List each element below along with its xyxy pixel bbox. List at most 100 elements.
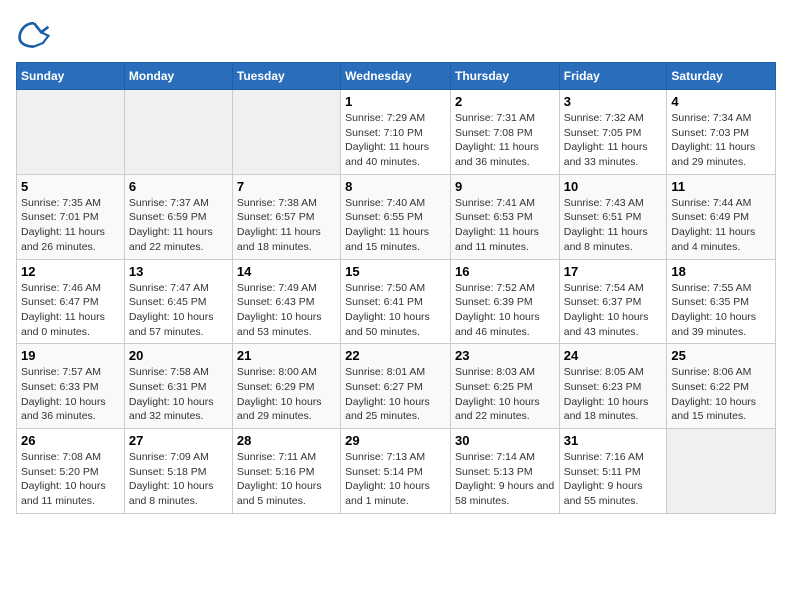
day-info: Sunrise: 7:54 AMSunset: 6:37 PMDaylight:…	[564, 281, 663, 340]
day-number: 6	[129, 179, 228, 194]
day-number: 3	[564, 94, 663, 109]
day-info: Sunrise: 7:11 AMSunset: 5:16 PMDaylight:…	[237, 450, 336, 509]
calendar-cell: 3 Sunrise: 7:32 AMSunset: 7:05 PMDaylight…	[559, 90, 667, 175]
header-sunday: Sunday	[17, 63, 125, 90]
day-info: Sunrise: 7:13 AMSunset: 5:14 PMDaylight:…	[345, 450, 446, 509]
day-info: Sunrise: 8:06 AMSunset: 6:22 PMDaylight:…	[671, 365, 771, 424]
day-number: 28	[237, 433, 336, 448]
day-info: Sunrise: 7:29 AMSunset: 7:10 PMDaylight:…	[345, 111, 446, 170]
calendar-cell: 9 Sunrise: 7:41 AMSunset: 6:53 PMDaylight…	[450, 174, 559, 259]
calendar-cell: 1 Sunrise: 7:29 AMSunset: 7:10 PMDaylight…	[341, 90, 451, 175]
day-number: 22	[345, 348, 446, 363]
calendar-cell: 2 Sunrise: 7:31 AMSunset: 7:08 PMDaylight…	[450, 90, 559, 175]
day-info: Sunrise: 7:57 AMSunset: 6:33 PMDaylight:…	[21, 365, 120, 424]
calendar-week-row: 12 Sunrise: 7:46 AMSunset: 6:47 PMDayligh…	[17, 259, 776, 344]
calendar-cell: 28 Sunrise: 7:11 AMSunset: 5:16 PMDayligh…	[232, 429, 340, 514]
day-number: 16	[455, 264, 555, 279]
calendar-cell: 13 Sunrise: 7:47 AMSunset: 6:45 PMDayligh…	[124, 259, 232, 344]
calendar-cell: 8Sunrise: 7:40 AMSunset: 6:55 PMDaylight…	[341, 174, 451, 259]
calendar-cell: 23 Sunrise: 8:03 AMSunset: 6:25 PMDayligh…	[450, 344, 559, 429]
calendar-week-row: 5 Sunrise: 7:35 AMSunset: 7:01 PMDaylight…	[17, 174, 776, 259]
header-saturday: Saturday	[667, 63, 776, 90]
day-info: Sunrise: 7:47 AMSunset: 6:45 PMDaylight:…	[129, 281, 228, 340]
day-number: 12	[21, 264, 120, 279]
day-number: 25	[671, 348, 771, 363]
day-info: Sunrise: 7:35 AMSunset: 7:01 PMDaylight:…	[21, 196, 120, 255]
day-number: 9	[455, 179, 555, 194]
calendar-table: SundayMondayTuesdayWednesdayThursdayFrid…	[16, 62, 776, 514]
day-info: Sunrise: 7:32 AMSunset: 7:05 PMDaylight:…	[564, 111, 663, 170]
calendar-cell: 31Sunrise: 7:16 AMSunset: 5:11 PMDayligh…	[559, 429, 667, 514]
day-info: Sunrise: 7:41 AMSunset: 6:53 PMDaylight:…	[455, 196, 555, 255]
day-number: 11	[671, 179, 771, 194]
calendar-cell: 15 Sunrise: 7:50 AMSunset: 6:41 PMDayligh…	[341, 259, 451, 344]
day-info: Sunrise: 7:43 AMSunset: 6:51 PMDaylight:…	[564, 196, 663, 255]
calendar-week-row: 1 Sunrise: 7:29 AMSunset: 7:10 PMDaylight…	[17, 90, 776, 175]
day-number: 5	[21, 179, 120, 194]
day-info: Sunrise: 7:46 AMSunset: 6:47 PMDaylight:…	[21, 281, 120, 340]
day-number: 7	[237, 179, 336, 194]
calendar-cell: 7 Sunrise: 7:38 AMSunset: 6:57 PMDaylight…	[232, 174, 340, 259]
day-number: 21	[237, 348, 336, 363]
day-number: 15	[345, 264, 446, 279]
day-number: 30	[455, 433, 555, 448]
day-info: Sunrise: 7:55 AMSunset: 6:35 PMDaylight:…	[671, 281, 771, 340]
calendar-cell: 14Sunrise: 7:49 AMSunset: 6:43 PMDayligh…	[232, 259, 340, 344]
header-monday: Monday	[124, 63, 232, 90]
calendar-cell: 10Sunrise: 7:43 AMSunset: 6:51 PMDayligh…	[559, 174, 667, 259]
calendar-cell: 22 Sunrise: 8:01 AMSunset: 6:27 PMDayligh…	[341, 344, 451, 429]
day-number: 19	[21, 348, 120, 363]
day-info: Sunrise: 7:37 AMSunset: 6:59 PMDaylight:…	[129, 196, 228, 255]
calendar-cell: 6 Sunrise: 7:37 AMSunset: 6:59 PMDaylight…	[124, 174, 232, 259]
logo	[16, 16, 56, 52]
day-info: Sunrise: 7:16 AMSunset: 5:11 PMDaylight:…	[564, 450, 663, 509]
calendar-cell: 5 Sunrise: 7:35 AMSunset: 7:01 PMDaylight…	[17, 174, 125, 259]
calendar-header-row: SundayMondayTuesdayWednesdayThursdayFrid…	[17, 63, 776, 90]
day-info: Sunrise: 8:03 AMSunset: 6:25 PMDaylight:…	[455, 365, 555, 424]
day-info: Sunrise: 7:14 AMSunset: 5:13 PMDaylight:…	[455, 450, 555, 509]
calendar-cell	[667, 429, 776, 514]
day-number: 27	[129, 433, 228, 448]
calendar-cell: 17 Sunrise: 7:54 AMSunset: 6:37 PMDayligh…	[559, 259, 667, 344]
day-info: Sunrise: 8:00 AMSunset: 6:29 PMDaylight:…	[237, 365, 336, 424]
header-tuesday: Tuesday	[232, 63, 340, 90]
calendar-cell: 16 Sunrise: 7:52 AMSunset: 6:39 PMDayligh…	[450, 259, 559, 344]
day-number: 8	[345, 179, 446, 194]
day-number: 13	[129, 264, 228, 279]
day-info: Sunrise: 8:01 AMSunset: 6:27 PMDaylight:…	[345, 365, 446, 424]
day-info: Sunrise: 7:52 AMSunset: 6:39 PMDaylight:…	[455, 281, 555, 340]
header-thursday: Thursday	[450, 63, 559, 90]
calendar-cell: 29 Sunrise: 7:13 AMSunset: 5:14 PMDayligh…	[341, 429, 451, 514]
day-number: 18	[671, 264, 771, 279]
day-info: Sunrise: 7:38 AMSunset: 6:57 PMDaylight:…	[237, 196, 336, 255]
day-number: 4	[671, 94, 771, 109]
day-number: 24	[564, 348, 663, 363]
calendar-cell	[17, 90, 125, 175]
header-friday: Friday	[559, 63, 667, 90]
day-info: Sunrise: 7:50 AMSunset: 6:41 PMDaylight:…	[345, 281, 446, 340]
day-info: Sunrise: 7:08 AMSunset: 5:20 PMDaylight:…	[21, 450, 120, 509]
calendar-cell: 18 Sunrise: 7:55 AMSunset: 6:35 PMDayligh…	[667, 259, 776, 344]
calendar-week-row: 26 Sunrise: 7:08 AMSunset: 5:20 PMDayligh…	[17, 429, 776, 514]
day-number: 26	[21, 433, 120, 448]
calendar-cell: 12 Sunrise: 7:46 AMSunset: 6:47 PMDayligh…	[17, 259, 125, 344]
day-number: 17	[564, 264, 663, 279]
day-number: 23	[455, 348, 555, 363]
logo-icon	[16, 16, 52, 52]
calendar-cell: 24 Sunrise: 8:05 AMSunset: 6:23 PMDayligh…	[559, 344, 667, 429]
calendar-cell: 4Sunrise: 7:34 AMSunset: 7:03 PMDaylight…	[667, 90, 776, 175]
calendar-cell	[124, 90, 232, 175]
day-info: Sunrise: 7:31 AMSunset: 7:08 PMDaylight:…	[455, 111, 555, 170]
calendar-week-row: 19 Sunrise: 7:57 AMSunset: 6:33 PMDayligh…	[17, 344, 776, 429]
day-info: Sunrise: 8:05 AMSunset: 6:23 PMDaylight:…	[564, 365, 663, 424]
calendar-cell: 30 Sunrise: 7:14 AMSunset: 5:13 PMDayligh…	[450, 429, 559, 514]
day-number: 2	[455, 94, 555, 109]
day-number: 1	[345, 94, 446, 109]
calendar-cell: 20Sunrise: 7:58 AMSunset: 6:31 PMDayligh…	[124, 344, 232, 429]
day-info: Sunrise: 7:49 AMSunset: 6:43 PMDaylight:…	[237, 281, 336, 340]
calendar-cell	[232, 90, 340, 175]
day-info: Sunrise: 7:09 AMSunset: 5:18 PMDaylight:…	[129, 450, 228, 509]
calendar-cell: 25 Sunrise: 8:06 AMSunset: 6:22 PMDayligh…	[667, 344, 776, 429]
day-number: 29	[345, 433, 446, 448]
day-info: Sunrise: 7:58 AMSunset: 6:31 PMDaylight:…	[129, 365, 228, 424]
